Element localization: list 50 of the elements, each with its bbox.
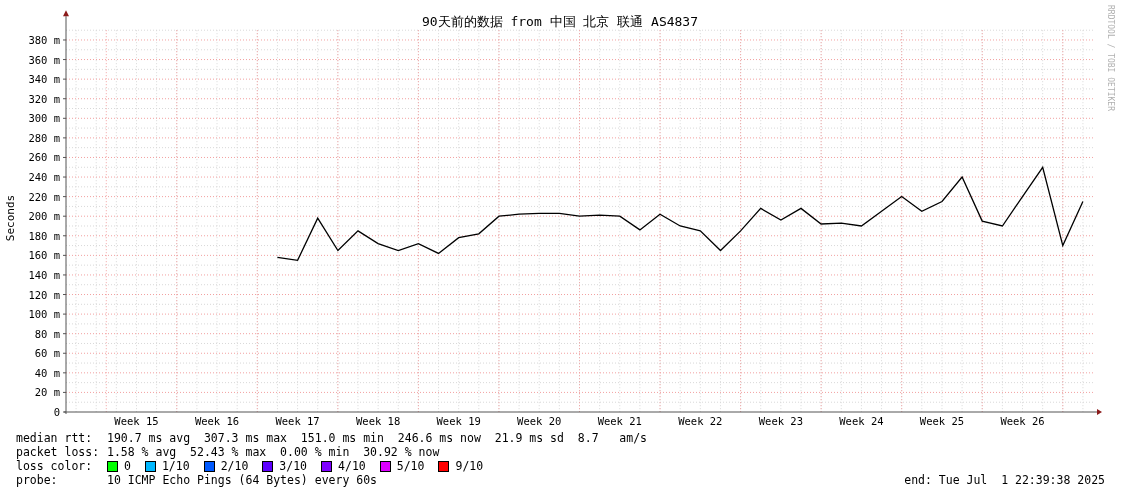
loss-color-label: 1/10 bbox=[161, 459, 190, 473]
stat-label: packet loss: bbox=[16, 445, 101, 459]
y-tick-label: 200 m bbox=[28, 210, 60, 223]
y-tick-label: 180 m bbox=[28, 229, 60, 242]
y-tick-label: 320 m bbox=[28, 92, 60, 105]
y-tick-label: 140 m bbox=[28, 268, 60, 281]
y-tick-label: 20 m bbox=[34, 386, 60, 399]
credit-text: RRDTOOL / TOBI OETIKER bbox=[1106, 5, 1115, 111]
y-tick-label: 120 m bbox=[28, 288, 60, 301]
y-tick-label: 360 m bbox=[28, 53, 60, 66]
y-tick-label: 260 m bbox=[28, 151, 60, 164]
y-tick-label: 60 m bbox=[34, 347, 60, 360]
stat-label: median rtt: bbox=[16, 431, 94, 445]
x-tick-label: Week 19 bbox=[436, 415, 481, 427]
loss-color-label: 3/10 bbox=[279, 459, 308, 473]
y-axis-label: Seconds bbox=[4, 194, 17, 242]
y-tick-label: 340 m bbox=[28, 73, 60, 86]
x-tick-label: Week 15 bbox=[114, 415, 159, 427]
legend-label: loss color: bbox=[16, 459, 94, 473]
y-tick-label: 100 m bbox=[28, 308, 60, 321]
x-tick-label: Week 21 bbox=[597, 415, 642, 427]
loss-color-label: 2/10 bbox=[220, 459, 249, 473]
loss-color-label: 5/10 bbox=[396, 459, 425, 473]
loss-color-label: 9/10 bbox=[455, 459, 484, 473]
stat-values: 190.7 ms avg 307.3 ms max 151.0 ms min 246.6 ms now 21.9 ms sd 8.7 am/s bbox=[107, 431, 648, 445]
chart-title: 90天前的数据 from 中国 北京 联通 AS4837 bbox=[421, 14, 699, 29]
y-tick-label: 40 m bbox=[34, 366, 60, 379]
x-tick-label: Week 20 bbox=[517, 415, 562, 427]
y-tick-label: 80 m bbox=[34, 327, 60, 340]
y-tick-label: 380 m bbox=[28, 34, 60, 46]
loss-color-label: 4/10 bbox=[338, 459, 366, 473]
x-tick-label: Week 17 bbox=[275, 415, 320, 427]
y-tick-label: 300 m bbox=[28, 112, 60, 125]
y-tick-label: 240 m bbox=[28, 171, 60, 184]
x-tick-label: Week 26 bbox=[1000, 415, 1045, 427]
x-tick-label: Week 16 bbox=[194, 415, 240, 427]
stat-values: 1.58 % avg 52.43 % max 0.00 % min 30.92 % now bbox=[107, 445, 440, 459]
y-tick-label: 280 m bbox=[28, 131, 60, 144]
y-tick-label: 0 bbox=[53, 406, 60, 418]
x-tick-label: Week 24 bbox=[839, 415, 884, 427]
x-tick-label: Week 18 bbox=[356, 415, 401, 427]
probe-text: 10 ICMP Echo Pings (64 Bytes) every 60s bbox=[107, 473, 378, 487]
loss-color-label: 0 bbox=[124, 459, 131, 473]
y-tick-label: 220 m bbox=[28, 190, 60, 203]
x-tick-label: Week 25 bbox=[919, 415, 965, 427]
end-time: end: Tue Jul 1 22:39:38 2025 bbox=[904, 473, 1105, 487]
x-tick-label: Week 23 bbox=[758, 415, 803, 427]
x-tick-label: Week 22 bbox=[678, 415, 723, 427]
y-tick-label: 160 m bbox=[28, 249, 60, 262]
probe-label: probe: bbox=[16, 473, 59, 487]
